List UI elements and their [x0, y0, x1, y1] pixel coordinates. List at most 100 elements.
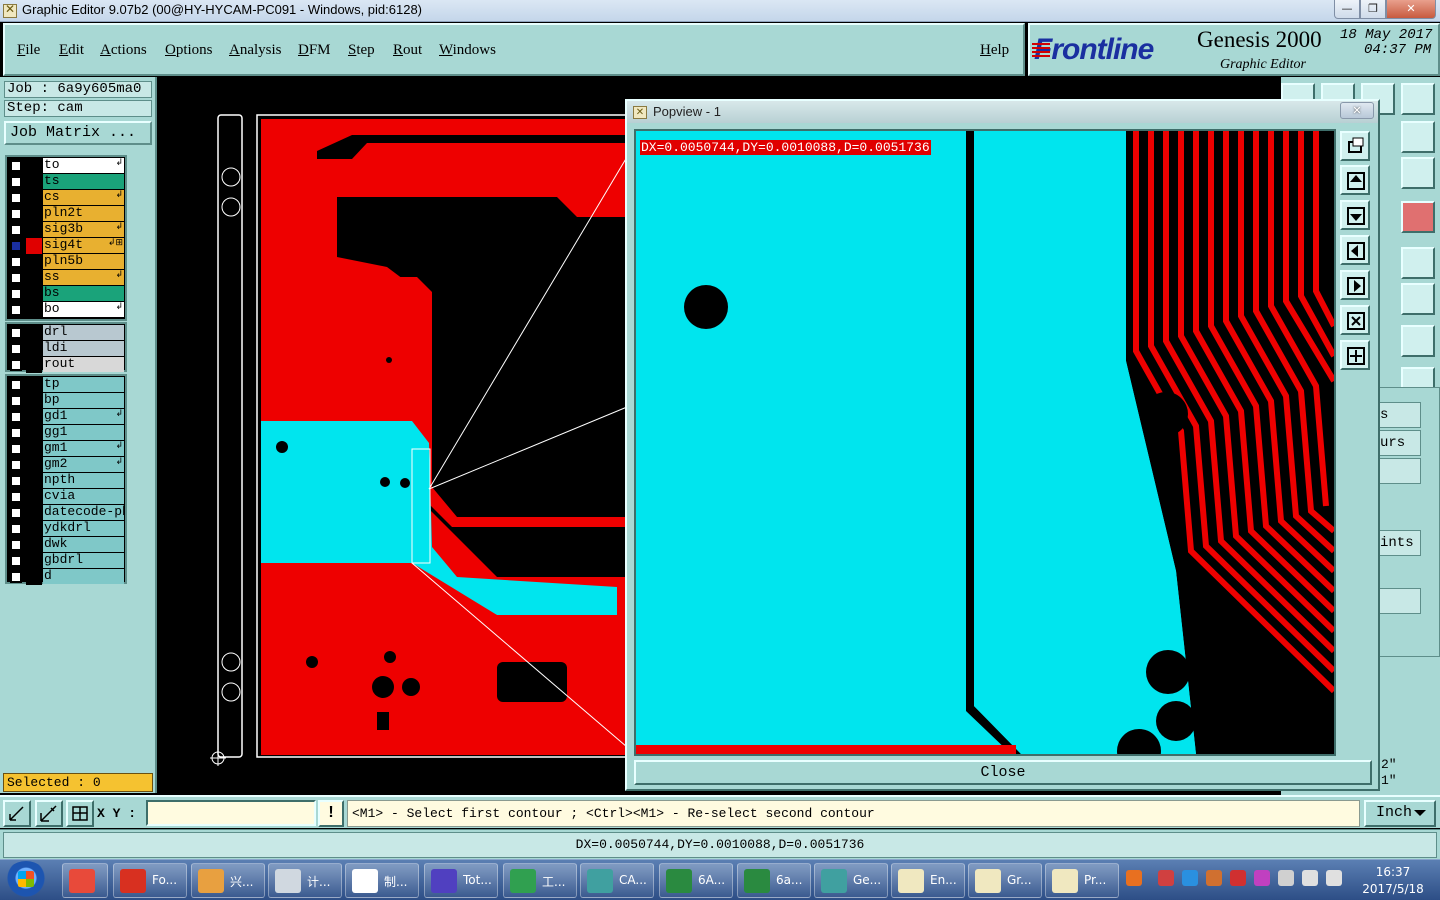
- layer-color-swatch[interactable]: [26, 473, 42, 489]
- taskbar-app-button[interactable]: 制...: [345, 863, 419, 898]
- flag-icon[interactable]: [1278, 870, 1294, 886]
- layer-name[interactable]: dwk: [43, 537, 124, 552]
- layer-color-swatch[interactable]: [26, 521, 42, 537]
- layer-color-swatch[interactable]: [26, 537, 42, 553]
- tool-button[interactable]: [1401, 283, 1435, 315]
- taskbar-app-button[interactable]: [62, 863, 108, 898]
- taskbar-app-button[interactable]: Pr...: [1045, 863, 1119, 898]
- tray-app-icon[interactable]: [1254, 870, 1270, 886]
- layer-color-swatch[interactable]: [26, 569, 42, 585]
- layer-name[interactable]: npth: [43, 473, 124, 488]
- pan-up-tool-icon[interactable]: [1340, 165, 1370, 195]
- tray-app-icon[interactable]: [1206, 870, 1222, 886]
- zoom-window-tool-icon[interactable]: [1340, 131, 1370, 161]
- volume-icon[interactable]: [1326, 870, 1342, 886]
- layer-checkbox[interactable]: [10, 176, 22, 188]
- layer-color-swatch[interactable]: [26, 238, 42, 254]
- layer-name[interactable]: d: [43, 569, 124, 584]
- layer-color-swatch[interactable]: [26, 286, 42, 302]
- layer-checkbox[interactable]: [10, 539, 22, 551]
- layer-checkbox[interactable]: [10, 359, 22, 371]
- layer-name[interactable]: gg1: [43, 425, 124, 440]
- tool-button[interactable]: [1401, 325, 1435, 357]
- layer-checkbox[interactable]: [10, 343, 22, 355]
- job-matrix-button[interactable]: Job Matrix ...: [4, 121, 152, 145]
- close-button[interactable]: ✕: [1386, 0, 1436, 19]
- layer-row-npth[interactable]: npth: [7, 473, 125, 489]
- layer-checkbox[interactable]: [10, 224, 22, 236]
- layer-row-gbdrl[interactable]: gbdrl: [7, 553, 125, 569]
- tool-button[interactable]: [1401, 121, 1435, 153]
- layer-color-swatch[interactable]: [26, 357, 42, 373]
- pan-left-tool-icon[interactable]: [1340, 235, 1370, 265]
- layer-name[interactable]: gd1: [43, 409, 124, 424]
- layer-row-gm2[interactable]: gm2 ↲: [7, 457, 125, 473]
- layer-checkbox[interactable]: [10, 272, 22, 284]
- layer-color-swatch[interactable]: [26, 489, 42, 505]
- tray-app-icon[interactable]: [1182, 870, 1198, 886]
- layer-checkbox[interactable]: [10, 379, 22, 391]
- unit-dropdown[interactable]: Inch: [1364, 800, 1436, 827]
- maximize-button[interactable]: ❐: [1360, 0, 1386, 19]
- taskbar-app-button[interactable]: CA...: [580, 863, 654, 898]
- layer-row-gm1[interactable]: gm1 ↲: [7, 441, 125, 457]
- taskbar-app-button[interactable]: 计...: [268, 863, 342, 898]
- layer-checkbox[interactable]: [10, 288, 22, 300]
- menu-options[interactable]: Options: [165, 42, 213, 59]
- layer-checkbox[interactable]: [10, 240, 22, 252]
- layer-row-d[interactable]: d: [7, 569, 125, 585]
- layer-name[interactable]: tp: [43, 377, 124, 392]
- tool-button[interactable]: [1401, 83, 1435, 115]
- layer-color-swatch[interactable]: [26, 325, 42, 341]
- layer-row-bo[interactable]: bo ↲: [7, 302, 125, 318]
- popview-close-icon[interactable]: ✕: [1340, 102, 1374, 119]
- layer-color-swatch[interactable]: [26, 302, 42, 318]
- layer-row-ss[interactable]: ss ↲: [7, 270, 125, 286]
- grid-tool-icon[interactable]: [66, 800, 94, 827]
- layer-checkbox[interactable]: [10, 571, 22, 583]
- layer-name[interactable]: bo: [43, 302, 124, 317]
- help-tool-button[interactable]: [1401, 157, 1435, 189]
- layer-color-swatch[interactable]: [26, 190, 42, 206]
- layer-checkbox[interactable]: [10, 160, 22, 172]
- layer-color-swatch[interactable]: [26, 341, 42, 357]
- layer-row-ldi[interactable]: ldi: [7, 341, 125, 357]
- layer-name[interactable]: to: [43, 158, 124, 173]
- taskbar-app-button[interactable]: Gr...: [968, 863, 1042, 898]
- layer-color-swatch[interactable]: [26, 457, 42, 473]
- layer-row-pln5b[interactable]: pln5b: [7, 254, 125, 270]
- layer-name[interactable]: datecode-pbe: [43, 505, 124, 520]
- tool-button[interactable]: [1401, 247, 1435, 279]
- alert-button[interactable]: !: [318, 800, 344, 827]
- layer-checkbox[interactable]: [10, 304, 22, 316]
- layer-checkbox[interactable]: [10, 192, 22, 204]
- menu-actions[interactable]: Actions: [100, 42, 147, 59]
- layer-row-dwk[interactable]: dwk: [7, 537, 125, 553]
- taskbar-app-button[interactable]: En...: [891, 863, 965, 898]
- layer-name[interactable]: cvia: [43, 489, 124, 504]
- panel-item[interactable]: [1379, 458, 1421, 484]
- layer-name[interactable]: pln2t: [43, 206, 124, 221]
- layer-row-gd1[interactable]: gd1 ↲: [7, 409, 125, 425]
- layer-checkbox[interactable]: [10, 395, 22, 407]
- layer-color-swatch[interactable]: [26, 441, 42, 457]
- menu-dfm[interactable]: DFM: [298, 42, 331, 59]
- taskbar-app-button[interactable]: 兴...: [191, 863, 265, 898]
- layer-checkbox[interactable]: [10, 459, 22, 471]
- layer-color-swatch[interactable]: [26, 393, 42, 409]
- xy-input[interactable]: [146, 800, 316, 826]
- tray-app-icon[interactable]: [1158, 870, 1174, 886]
- taskbar-app-button[interactable]: Tot...: [424, 863, 498, 898]
- taskbar-app-button[interactable]: 工...: [503, 863, 577, 898]
- zoom-out-tool-icon[interactable]: [1340, 305, 1370, 335]
- layer-color-swatch[interactable]: [26, 425, 42, 441]
- menu-rout[interactable]: Rout: [393, 42, 422, 59]
- layer-name[interactable]: pln5b: [43, 254, 124, 269]
- layer-checkbox[interactable]: [10, 256, 22, 268]
- layer-name[interactable]: ss: [43, 270, 124, 285]
- menu-step[interactable]: Step: [348, 42, 375, 59]
- layer-color-swatch[interactable]: [26, 553, 42, 569]
- layer-row-datecode-pbe[interactable]: datecode-pbe: [7, 505, 125, 521]
- panel-item[interactable]: ints: [1379, 530, 1421, 556]
- minimize-button[interactable]: —: [1334, 0, 1360, 19]
